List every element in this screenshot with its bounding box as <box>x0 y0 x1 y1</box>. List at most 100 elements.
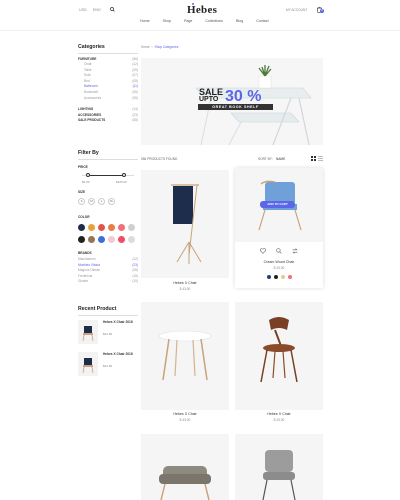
color-option[interactable] <box>128 236 135 243</box>
nav-page[interactable]: Page <box>184 19 192 23</box>
price-slider-range <box>88 175 124 176</box>
recent-title: Recent Product <box>78 306 117 312</box>
product-color-option[interactable] <box>281 275 285 279</box>
recent-product[interactable]: Hebes X Chair 2018 $43.00 <box>78 352 138 376</box>
size-options: S M L XL <box>78 198 118 205</box>
price-slider-min-handle[interactable] <box>86 173 90 177</box>
recent-rule <box>78 315 138 316</box>
color-option[interactable] <box>118 224 125 231</box>
sort-select[interactable]: NAME <box>276 157 296 161</box>
product-card[interactable]: Hebes X Chair $ 43.00 <box>141 170 229 295</box>
nav-home[interactable]: Home <box>140 19 150 23</box>
product-image[interactable] <box>141 434 229 500</box>
category-list: FURNITURE (56) Chair (12) Table (09) Sofa(… <box>78 57 138 124</box>
color-option[interactable] <box>128 224 135 231</box>
product-color-option[interactable] <box>274 275 278 279</box>
color-option[interactable] <box>108 236 115 243</box>
product-card[interactable]: Hebes X Chair $ 43.00 <box>235 302 323 427</box>
product-name[interactable]: Hebes X Chair <box>141 412 229 416</box>
brands-label: BRANDS <box>78 251 92 255</box>
round-table-image <box>158 330 212 381</box>
category-sale-products[interactable]: SALE PRODUCTS (08) <box>78 118 138 124</box>
product-card[interactable] <box>235 434 323 500</box>
categories-rule <box>78 53 138 54</box>
product-color-swatches <box>267 275 295 279</box>
size-option[interactable]: M <box>88 198 95 205</box>
product-color-option[interactable] <box>288 275 292 279</box>
nav-contact[interactable]: Contact <box>256 19 268 23</box>
color-option[interactable] <box>88 224 95 231</box>
color-option[interactable] <box>78 236 85 243</box>
top-bar: USD ENG Hebes MY ACCOUNT 0 Home Shop Pag… <box>0 0 400 30</box>
product-name[interactable]: Hebes X Chair <box>141 281 229 285</box>
sort-label: SORT BY: <box>258 157 273 161</box>
product-image[interactable] <box>141 302 229 410</box>
filter-title: Filter By <box>78 150 99 156</box>
filter-heading-block: Filter By <box>78 150 138 160</box>
category-label: SALE PRODUCTS <box>78 118 106 123</box>
brand-label: Gloster <box>78 279 89 284</box>
color-option[interactable] <box>108 224 115 231</box>
color-option[interactable] <box>78 224 85 231</box>
price-label: PRICE <box>78 165 88 169</box>
main-nav: Home Shop Page Collections Blog Contact <box>140 19 282 23</box>
product-card[interactable] <box>141 434 229 500</box>
product-name[interactable]: Cream Wood Chair <box>235 260 323 264</box>
chair-image-icon <box>82 326 94 342</box>
product-price: $ 43.00 <box>273 418 285 422</box>
language-selector[interactable]: ENG <box>93 8 101 12</box>
brand-count: (10) <box>132 279 138 284</box>
category-count: (08) <box>132 118 138 123</box>
product-color-option[interactable] <box>267 275 271 279</box>
product-actions <box>235 248 323 254</box>
account-link[interactable]: MY ACCOUNT <box>286 8 307 12</box>
size-option[interactable]: L <box>98 198 105 205</box>
compare-icon[interactable] <box>292 248 298 254</box>
currency-selector[interactable]: USD <box>79 8 87 12</box>
products-found-count: 056 PRODUCTS FOUND <box>141 157 178 161</box>
quick-view-icon[interactable] <box>276 248 282 254</box>
add-to-cart-button[interactable]: ADD TO CART <box>260 201 295 208</box>
towel-stand-image <box>171 184 202 264</box>
chair-image-icon <box>82 358 94 374</box>
recent-product-thumbnail[interactable] <box>78 352 98 376</box>
product-toolbar: 056 PRODUCTS FOUND SORT BY: NAME <box>141 155 323 163</box>
product-image[interactable] <box>235 302 323 410</box>
site-logo[interactable]: Hebes <box>187 4 217 16</box>
nav-collections[interactable]: Collections <box>205 19 223 23</box>
color-option[interactable] <box>98 236 105 243</box>
brand-item[interactable]: Gloster (10) <box>78 279 138 285</box>
product-image[interactable] <box>235 434 323 500</box>
grey-chair-image <box>262 450 296 500</box>
banner-subtitle: GREAT BOOK SHELF <box>198 104 273 110</box>
recent-product-name[interactable]: Hebes X Chair 2018 <box>103 320 137 325</box>
wishlist-icon[interactable] <box>260 248 266 254</box>
grid-view-icon[interactable] <box>311 156 316 161</box>
nav-shop[interactable]: Shop <box>163 19 171 23</box>
size-option[interactable]: XL <box>108 198 115 205</box>
product-price: $ 43.00 <box>273 266 285 270</box>
recent-product-thumbnail[interactable] <box>78 320 98 344</box>
breadcrumb-current: Shop Categories <box>154 45 179 49</box>
categories-heading-block: Categories <box>78 44 138 54</box>
product-name[interactable]: Hebes X Chair <box>235 412 323 416</box>
size-option[interactable]: S <box>78 198 85 205</box>
color-label: COLOR <box>78 215 90 219</box>
recent-product[interactable]: Hebes X Chair 2018 $43.00 <box>78 320 138 344</box>
list-view-icon[interactable] <box>318 156 323 161</box>
search-icon[interactable] <box>110 7 115 12</box>
subcategory-label: Accessories <box>84 95 102 100</box>
recent-product-price: $43.00 <box>103 332 113 336</box>
nav-blog[interactable]: Blog <box>236 19 243 23</box>
color-option[interactable] <box>98 224 105 231</box>
product-card[interactable]: Hebes X Chair $ 43.00 <box>141 302 229 427</box>
product-image[interactable] <box>141 170 229 278</box>
product-price: $ 43.00 <box>179 418 191 422</box>
color-option[interactable] <box>88 236 95 243</box>
price-slider-max-handle[interactable] <box>122 173 126 177</box>
recent-product-name[interactable]: Hebes X Chair 2018 <box>103 352 137 357</box>
product-card-hovered[interactable]: ADD TO CART Cream Wood Chair $ 43.00 <box>235 168 323 288</box>
breadcrumb-home[interactable]: Home <box>141 45 150 49</box>
color-option[interactable] <box>118 236 125 243</box>
walnut-chair-image <box>260 317 298 383</box>
